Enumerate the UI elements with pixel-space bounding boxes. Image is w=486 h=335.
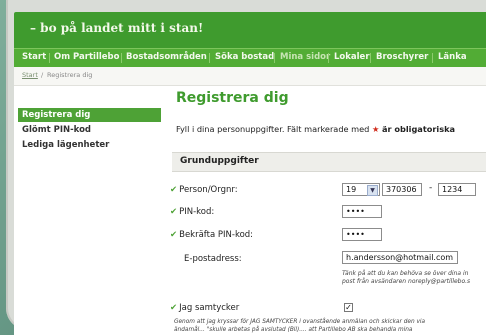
- main-nav: Start Om Partillebo Bostadsområden Söka …: [14, 48, 486, 67]
- breadcrumb-separator: /: [41, 71, 44, 79]
- sidebar-item-glomt-pin[interactable]: Glömt PIN-kod: [18, 123, 161, 137]
- intro-prefix: Fyll i dina personuppgifter. Fält marker…: [176, 124, 370, 134]
- consent-text-line2: ändamål... "skulle arbetas på avslutad (…: [174, 327, 413, 333]
- personnr-last4-input[interactable]: 1234: [438, 183, 476, 196]
- page-title: Registrera dig: [176, 90, 289, 106]
- nav-item-start[interactable]: Start: [22, 52, 46, 62]
- person-label: Person/Orgnr:: [179, 185, 238, 195]
- breadcrumb-current: Registrera dig: [47, 71, 93, 79]
- main-content: Registrera dig Fyll i dina personuppgift…: [166, 86, 486, 335]
- nav-separator: [121, 53, 122, 63]
- century-select[interactable]: 19 ▼: [342, 183, 380, 196]
- pin-label: PIN-kod:: [179, 207, 215, 217]
- nav-separator: [328, 53, 329, 63]
- section-title: Grunduppgifter: [180, 156, 259, 166]
- pin-confirm-label: Bekräfta PIN-kod:: [179, 230, 254, 240]
- personnr-dash: -: [429, 183, 433, 193]
- pin-confirm-input[interactable]: ••••: [342, 228, 382, 241]
- site-header: – bo på landet mitt i stan!: [14, 12, 486, 48]
- email-field[interactable]: h.andersson@hotmail.com: [342, 251, 458, 264]
- nav-separator: [209, 53, 210, 63]
- checkmark-icon: ✔: [170, 230, 178, 240]
- email-note-line2: post från avsändaren noreply@partillebo.…: [342, 278, 471, 285]
- checkmark-icon: ✔: [170, 207, 178, 217]
- nav-separator: [49, 53, 50, 63]
- nav-separator: [274, 53, 275, 63]
- consent-label-row: ✔ Jag samtycker: [170, 303, 239, 313]
- section-header: Grunduppgifter: [172, 152, 486, 172]
- pin-label-row: ✔ PIN-kod:: [170, 207, 214, 217]
- pin-confirm-label-row: ✔ Bekräfta PIN-kod:: [170, 230, 253, 240]
- browser-screen: – bo på landet mitt i stan! Start Om Par…: [14, 12, 486, 335]
- birthdate-input[interactable]: 370306: [382, 183, 422, 196]
- checkmark-icon: ✔: [170, 303, 178, 313]
- nav-item-lanka[interactable]: Länka: [438, 52, 467, 62]
- breadcrumb: Start / Registrera dig: [14, 67, 486, 86]
- consent-text-line1: Genom att jag kryssar för JAG SAMTYCKER …: [174, 319, 426, 325]
- intro-text: Fyll i dina personuppgifter. Fält marker…: [176, 124, 455, 134]
- nav-separator: [370, 53, 371, 63]
- nav-item-broschyrer[interactable]: Broschyrer: [376, 52, 428, 62]
- nav-item-bostadsomraden[interactable]: Bostadsområden: [126, 52, 207, 62]
- email-note-line1: Tänk på att du kan behöva se över dina i…: [342, 270, 469, 277]
- pin-input[interactable]: ••••: [342, 205, 382, 218]
- nav-item-mina-sidor[interactable]: Mina sidor: [280, 52, 330, 62]
- nav-item-soka-bostad[interactable]: Söka bostad: [215, 52, 274, 62]
- required-star-icon: ★: [371, 124, 380, 134]
- nav-item-lokaler[interactable]: Lokaler: [334, 52, 370, 62]
- sidebar-item-lediga-lagenheter[interactable]: Lediga lägenheter: [18, 138, 161, 152]
- consent-checkbox[interactable]: ✓: [344, 303, 353, 312]
- intro-suffix: är obligatoriska: [381, 124, 456, 134]
- chevron-down-icon: ▼: [367, 185, 378, 196]
- century-value: 19: [346, 185, 357, 194]
- person-label-row: ✔ Person/Orgnr:: [170, 185, 238, 195]
- email-label: E-postadress:: [184, 254, 242, 264]
- nav-item-om-partillebo[interactable]: Om Partillebo: [54, 52, 119, 62]
- consent-label: Jag samtycker: [179, 303, 240, 313]
- sidebar: Registrera dig Glömt PIN-kod Lediga läge…: [14, 86, 161, 335]
- breadcrumb-home-link[interactable]: Start: [22, 71, 38, 79]
- nav-separator: [432, 53, 433, 63]
- sidebar-item-registrera-dig[interactable]: Registrera dig: [18, 108, 161, 122]
- site-slogan: – bo på landet mitt i stan!: [30, 21, 204, 35]
- checkmark-icon: ✔: [170, 185, 178, 195]
